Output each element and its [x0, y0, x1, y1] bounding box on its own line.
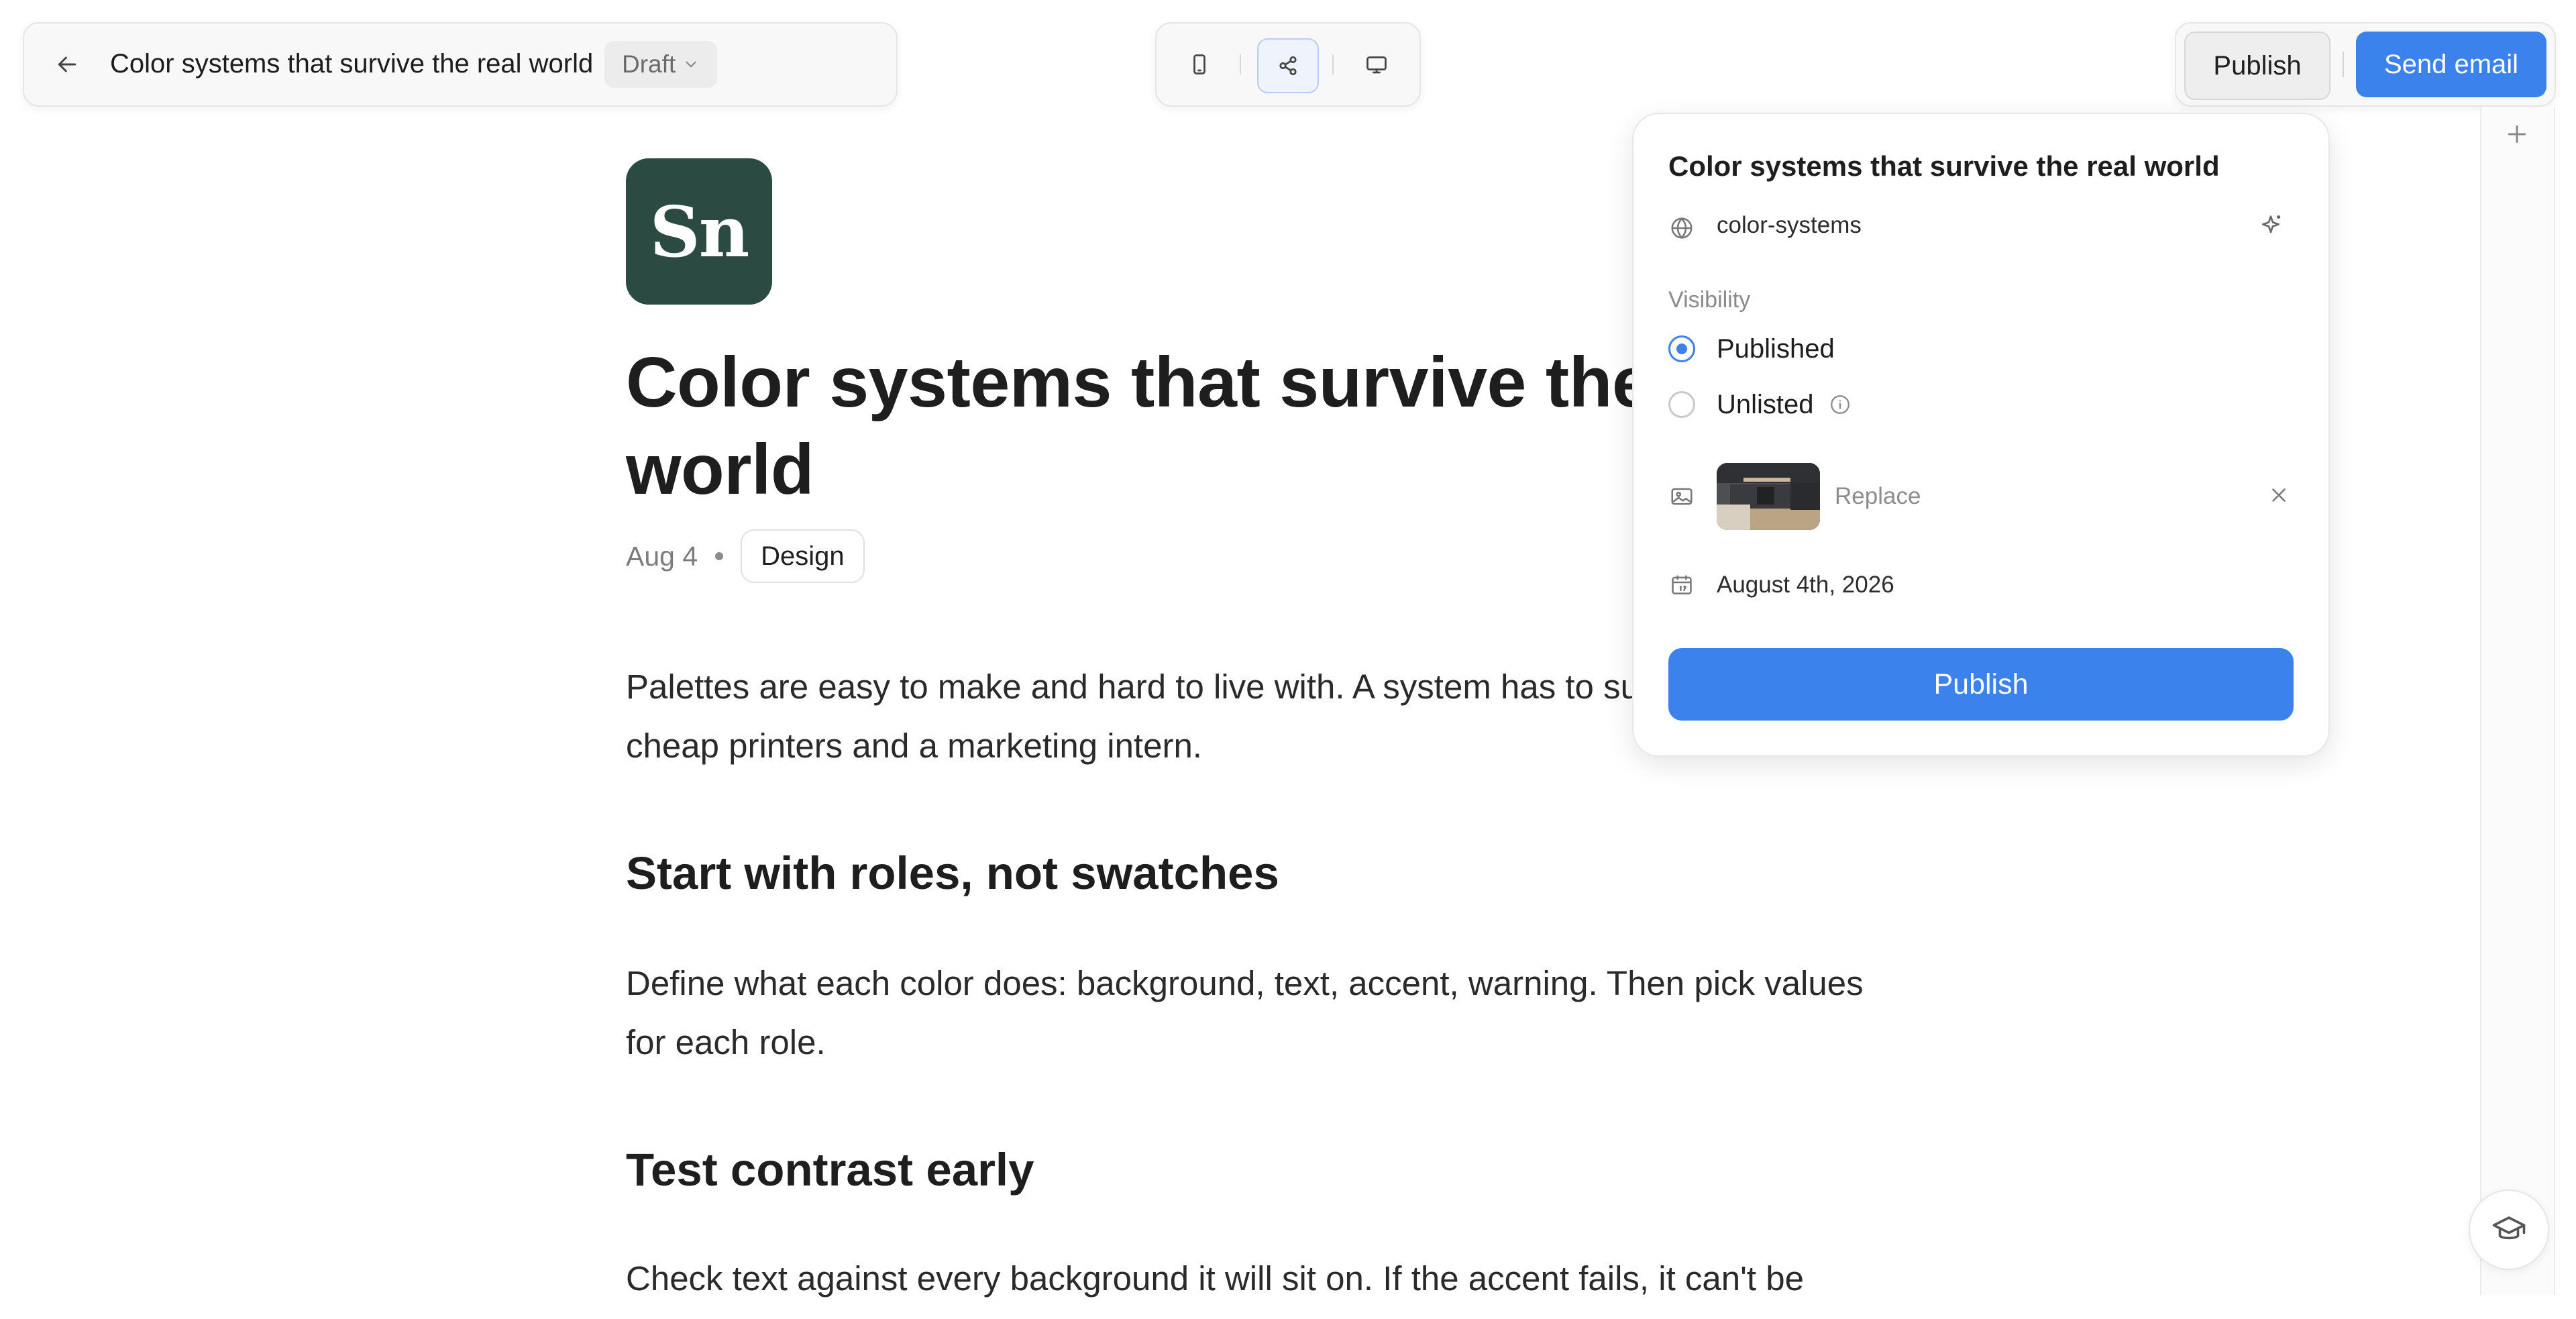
status-label: Draft — [622, 50, 676, 78]
preview-toolbar — [1155, 22, 1421, 107]
divider — [1332, 54, 1334, 74]
share-icon — [1279, 56, 1297, 76]
tag-chip[interactable]: Design — [741, 529, 865, 583]
arrow-left-icon — [58, 56, 76, 72]
article-date: Aug 4 — [626, 540, 698, 572]
document-title: Color systems that survive the real worl… — [110, 49, 594, 78]
featured-image-thumbnail[interactable] — [1717, 463, 1820, 530]
plus-icon — [2508, 125, 2526, 144]
confirm-publish-button[interactable]: Publish — [1668, 648, 2294, 721]
paragraph[interactable]: Define what each color does: background,… — [626, 954, 1900, 1072]
action-bar: Publish Send email — [2175, 22, 2556, 107]
desktop-icon — [1366, 56, 1387, 74]
paragraph[interactable]: Check text against every background it w… — [626, 1249, 1900, 1308]
option-label: Published — [1717, 333, 1835, 364]
option-label: Unlisted — [1717, 389, 1814, 419]
status-dropdown[interactable]: Draft — [604, 41, 718, 88]
calendar-icon — [1667, 570, 1697, 600]
logo-text: Sn — [649, 190, 750, 273]
generate-slug-button[interactable] — [2251, 205, 2291, 246]
publication-logo: Sn — [626, 158, 772, 305]
document-header-bar: Color systems that survive the real worl… — [23, 22, 898, 107]
graduation-cap-icon — [2492, 1216, 2526, 1240]
separator-dot — [715, 552, 724, 560]
right-rail — [2480, 107, 2555, 1295]
mobile-icon — [1193, 54, 1205, 74]
globe-icon — [1667, 213, 1697, 243]
back-button[interactable] — [44, 42, 90, 87]
divider — [2343, 52, 2344, 77]
replace-image-link[interactable]: Replace — [1835, 483, 1921, 510]
send-email-button[interactable]: Send email — [2356, 32, 2546, 97]
close-icon — [2272, 488, 2286, 502]
divider — [1240, 54, 1241, 74]
remove-image-button[interactable] — [2263, 479, 2295, 511]
publish-button[interactable]: Publish — [2184, 32, 2330, 100]
visibility-option-unlisted[interactable]: Unlisted — [1668, 384, 1851, 425]
popover-title: Color systems that survive the real worl… — [1668, 150, 2220, 182]
section-heading[interactable]: Start with roles, not swatches — [626, 847, 1279, 900]
article-meta: Aug 4 Design — [626, 529, 865, 583]
radio-unselected[interactable] — [1668, 391, 1695, 418]
share-button[interactable] — [1257, 38, 1319, 93]
learn-button[interactable] — [2469, 1190, 2549, 1270]
mobile-preview-button[interactable] — [1170, 38, 1229, 91]
section-heading[interactable]: Test contrast early — [626, 1143, 1034, 1196]
info-icon[interactable] — [1829, 393, 1851, 416]
publish-settings-popover: Color systems that survive the real worl… — [1632, 113, 2330, 757]
desktop-preview-button[interactable] — [1347, 38, 1406, 91]
sparkle-icon — [2262, 215, 2281, 233]
publish-date-field[interactable]: August 4th, 2026 — [1717, 572, 1894, 598]
chevron-down-icon — [686, 61, 696, 68]
image-icon — [1667, 482, 1697, 511]
visibility-label: Visibility — [1668, 287, 1751, 313]
visibility-option-published[interactable]: Published — [1668, 329, 1835, 369]
radio-selected[interactable] — [1668, 335, 1695, 362]
add-block-button[interactable] — [2496, 113, 2538, 156]
slug-field[interactable]: color-systems — [1717, 212, 1862, 239]
